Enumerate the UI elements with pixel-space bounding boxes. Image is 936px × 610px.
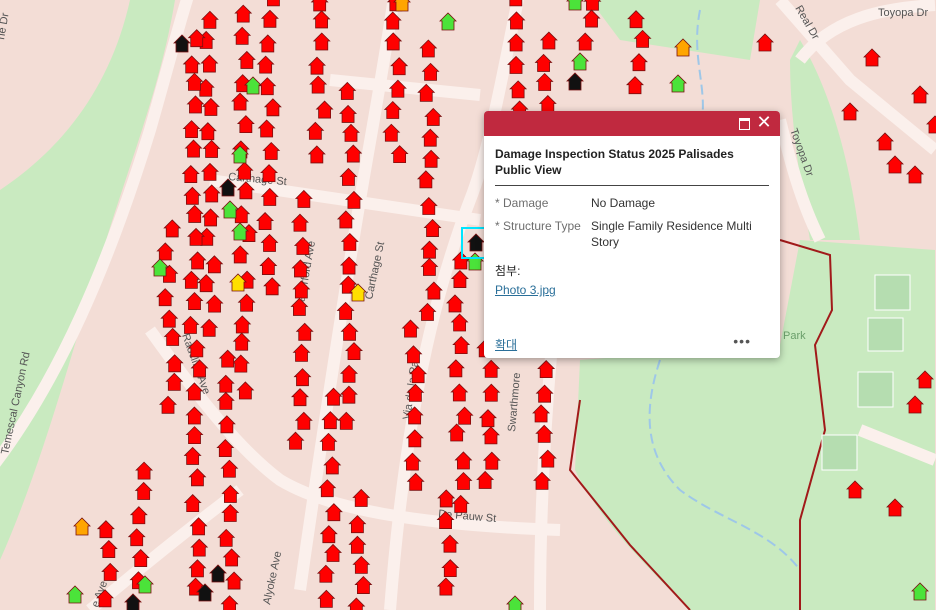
- maximize-icon[interactable]: [736, 114, 752, 132]
- popup-title: Damage Inspection Status 2025 Palisades …: [495, 146, 769, 186]
- street-label: Toyopa Dr: [878, 7, 928, 19]
- more-options-icon[interactable]: •••: [733, 333, 751, 349]
- feature-popup: ✕ Damage Inspection Status 2025 Palisade…: [484, 111, 780, 358]
- street-label: Park: [783, 330, 806, 342]
- popup-footer: 확대 •••: [495, 333, 769, 353]
- structure-marker-destroyed[interactable]: [310, 0, 329, 12]
- attachments-label: 첨부:: [495, 264, 521, 278]
- popup-body: Damage Inspection Status 2025 Palisades …: [484, 136, 780, 299]
- structure-marker-destroyed[interactable]: [583, 0, 602, 11]
- zoom-to-link[interactable]: 확대: [495, 336, 517, 353]
- attribute-label: * Structure Type: [495, 219, 581, 233]
- attribute-label: * Damage: [495, 196, 549, 210]
- structure-marker-no-damage[interactable]: [566, 0, 584, 11]
- structure-marker-destroyed[interactable]: [265, 0, 281, 7]
- attachment-link[interactable]: Photo 3.jpg: [495, 283, 556, 297]
- structure-marker-minor[interactable]: [393, 0, 411, 12]
- attribute-row-structure-type: * Structure Type Single Family Residence…: [495, 218, 769, 250]
- structure-marker-destroyed[interactable]: [508, 0, 524, 7]
- popup-header: ✕: [484, 111, 780, 136]
- attribute-value: Single Family Residence Multi Story: [591, 219, 752, 249]
- attribute-row-damage: * Damage No Damage: [495, 195, 769, 211]
- close-icon[interactable]: ✕: [756, 114, 772, 132]
- map-canvas[interactable]: Toyopa Dr Real Dr Carthage St Haverford …: [0, 0, 936, 610]
- attribute-value: No Damage: [591, 196, 656, 210]
